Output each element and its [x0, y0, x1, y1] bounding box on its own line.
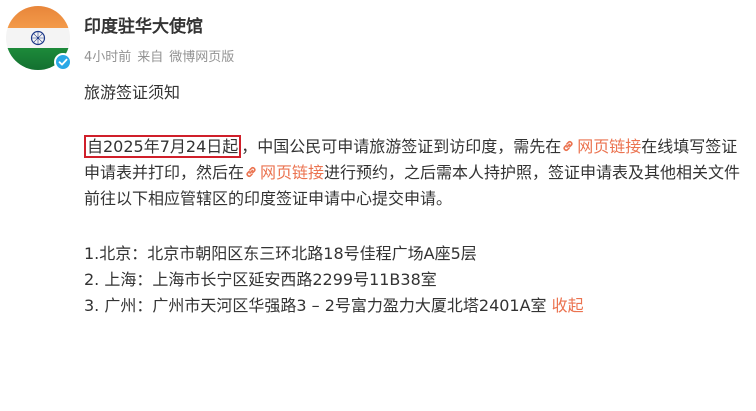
ashoka-chakra-icon: [30, 30, 46, 46]
web-link-1-label: 网页链接: [577, 137, 642, 156]
collapse-link[interactable]: 收起: [552, 296, 584, 315]
link-icon: [563, 141, 573, 151]
post-body: 旅游签证须知 自2025年7月24日起 ，中国公民可申请旅游签证到访印度，需先在网…: [84, 80, 752, 319]
web-link-1[interactable]: 网页链接: [561, 137, 641, 156]
link-icon: [246, 167, 256, 177]
avatar[interactable]: [6, 6, 72, 71]
text-segment-1: ，中国公民可申请旅游签证到访印度，需先在: [241, 137, 562, 156]
highlighted-date: 自2025年7月24日起: [84, 135, 242, 158]
post-title: 旅游签证须知: [84, 83, 181, 102]
post-paragraph: 自2025年7月24日起 ，中国公民可申请旅游签证到访印度，需先在 网页链接在线填写…: [84, 134, 752, 212]
web-link-2-label: 网页链接: [260, 163, 325, 182]
address-shanghai: 2. 上海：上海市长宁区延安西路2299号11B38室: [84, 270, 437, 289]
address-beijing: 1.北京：北京市朝阳区东三环北路18号佳程广场A座5层: [84, 244, 477, 263]
address-guangzhou: 3. 广州：广州市天河区华强路3 – 2号富力盈力大厦北塔2401A室: [84, 296, 547, 315]
verified-icon: [54, 53, 72, 71]
address-guangzhou-line: 3. 广州：广州市天河区华强路3 – 2号富力盈力大厦北塔2401A室 收起: [84, 293, 752, 319]
post-meta: 4小时前 来自 微博网页版: [84, 46, 240, 65]
post-source[interactable]: 微博网页版: [169, 50, 234, 65]
post-time[interactable]: 4小时前: [84, 50, 131, 65]
account-name[interactable]: 印度驻华大使馆: [84, 12, 203, 37]
web-link-2[interactable]: 网页链接: [244, 163, 324, 182]
source-prefix: 来自: [137, 50, 164, 65]
flag-saffron-band: [6, 6, 70, 28]
